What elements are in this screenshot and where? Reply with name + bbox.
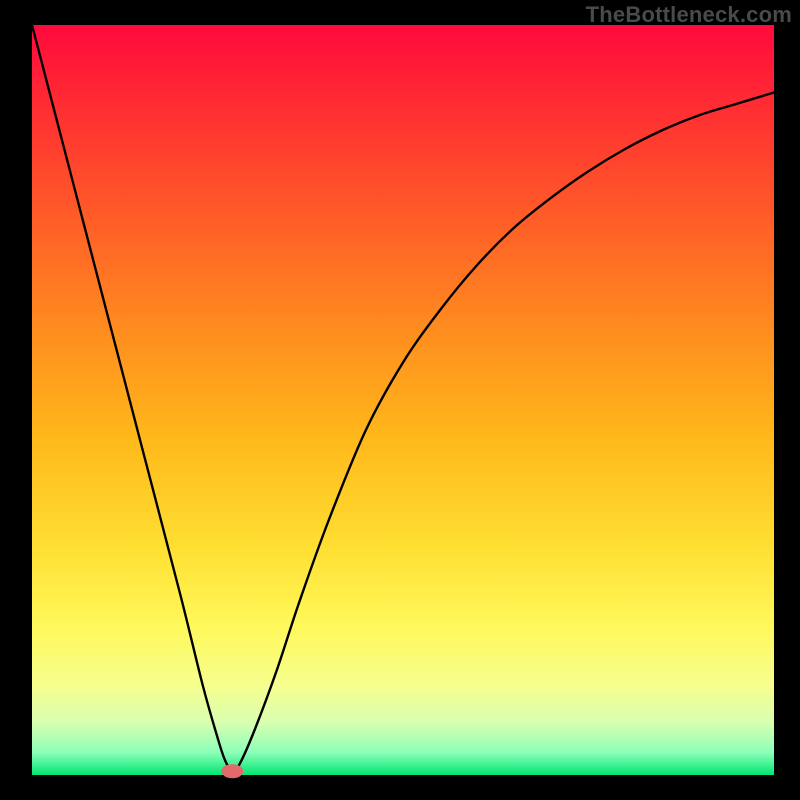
chart-container: TheBottleneck.com bbox=[0, 0, 800, 800]
plot-background bbox=[32, 25, 774, 775]
optimum-marker bbox=[221, 764, 243, 778]
bottleneck-chart bbox=[0, 0, 800, 800]
watermark-text: TheBottleneck.com bbox=[586, 2, 792, 28]
